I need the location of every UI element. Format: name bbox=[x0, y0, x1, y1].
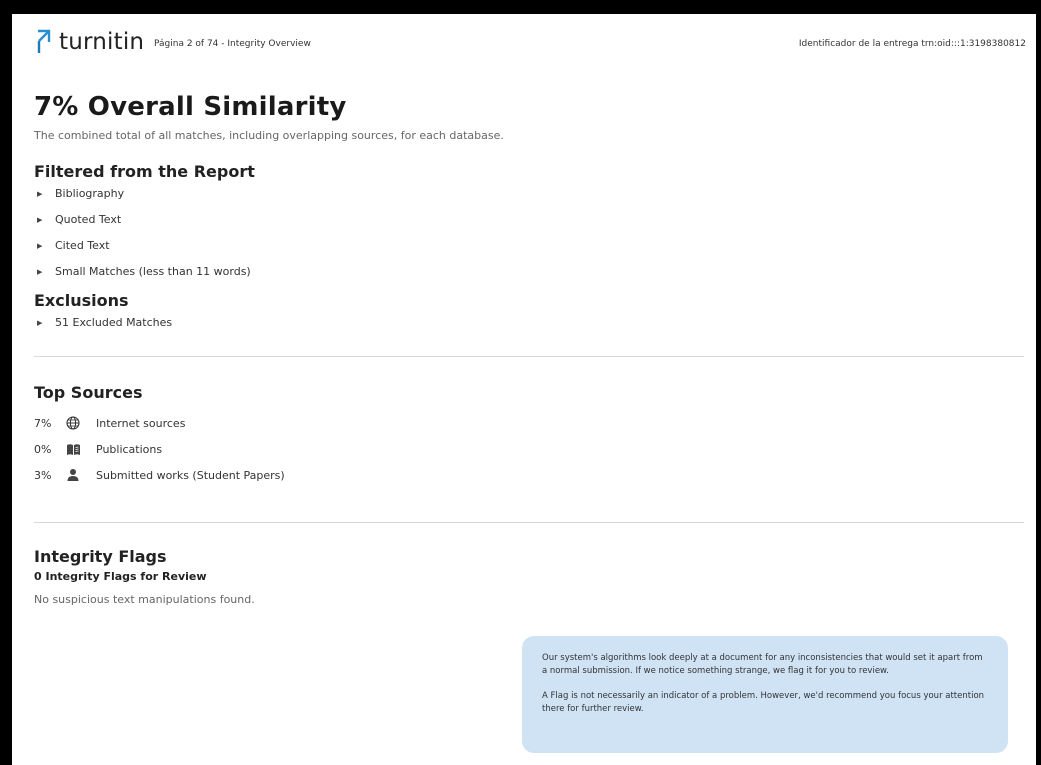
info-paragraph-1: Our system's algorithms look deeply at a… bbox=[542, 653, 983, 676]
filtered-item-label: Cited Text bbox=[55, 239, 110, 252]
integrity-flags-heading: Integrity Flags bbox=[34, 547, 167, 566]
section-divider bbox=[34, 522, 1024, 523]
section-divider bbox=[34, 356, 1024, 357]
source-label: Publications bbox=[96, 442, 163, 456]
exclusion-item: ▶ 51 Excluded Matches bbox=[34, 310, 1024, 336]
source-row-publications: 0% Publications bbox=[34, 436, 1024, 462]
report-content: 7% Overall Similarity The combined total… bbox=[34, 92, 1024, 606]
source-percent: 0% bbox=[34, 442, 52, 456]
filtered-item: ▶ Quoted Text bbox=[34, 207, 1024, 233]
source-row-internet: 7% Internet sources bbox=[34, 410, 1024, 436]
triangle-bullet-icon: ▶ bbox=[37, 242, 43, 250]
filtered-item-label: Quoted Text bbox=[55, 213, 122, 226]
source-label: Submitted works (Student Papers) bbox=[96, 468, 285, 482]
exclusions-list: ▶ 51 Excluded Matches bbox=[34, 310, 1024, 336]
filtered-item-label: Small Matches (less than 11 words) bbox=[55, 265, 251, 278]
page-info: Página 2 of 74 - Integrity Overview bbox=[154, 39, 311, 49]
source-label: Internet sources bbox=[96, 416, 186, 430]
triangle-bullet-icon: ▶ bbox=[37, 319, 43, 327]
top-sources-heading: Top Sources bbox=[34, 383, 143, 402]
info-paragraph-2: A Flag is not necessarily an indicator o… bbox=[542, 691, 985, 714]
logo-text: turnitin bbox=[59, 29, 145, 55]
turnitin-logo: turnitin bbox=[34, 28, 144, 56]
source-percent: 7% bbox=[34, 416, 52, 430]
page-subtitle: The combined total of all matches, inclu… bbox=[34, 129, 504, 142]
exclusion-item-label: 51 Excluded Matches bbox=[55, 316, 173, 329]
filtered-item: ▶ Bibliography bbox=[34, 181, 1024, 207]
source-row-submitted-works: 3% Submitted works (Student Papers) bbox=[34, 462, 1024, 488]
filtered-item-label: Bibliography bbox=[55, 187, 125, 200]
exclusions-heading: Exclusions bbox=[34, 291, 129, 310]
top-sources-list: 7% Internet sources 0% Publications 3% S… bbox=[34, 410, 1024, 488]
filtered-list: ▶ Bibliography ▶ Quoted Text ▶ Cited Text ▶… bbox=[34, 181, 1024, 285]
integrity-flags-status: No suspicious text manipulations found. bbox=[34, 593, 255, 606]
integrity-flags-count: 0 Integrity Flags for Review bbox=[34, 570, 207, 583]
integrity-flags-info-box: Our system's algorithms look deeply at a… bbox=[522, 636, 1008, 753]
triangle-bullet-icon: ▶ bbox=[37, 190, 43, 198]
triangle-bullet-icon: ▶ bbox=[37, 216, 43, 224]
filtered-heading: Filtered from the Report bbox=[34, 162, 255, 181]
filtered-item: ▶ Small Matches (less than 11 words) bbox=[34, 259, 1024, 285]
globe-icon bbox=[66, 416, 96, 430]
page-title: 7% Overall Similarity bbox=[34, 92, 347, 122]
book-icon bbox=[66, 443, 96, 456]
triangle-bullet-icon: ▶ bbox=[37, 268, 43, 276]
source-percent: 3% bbox=[34, 468, 52, 482]
page-header: turnitin Página 2 of 74 - Integrity Over… bbox=[12, 14, 1036, 74]
turnitin-mark-icon bbox=[37, 29, 51, 53]
submission-id: Identificador de la entrega trn:oid:::1:… bbox=[798, 39, 1026, 49]
report-page: turnitin Página 2 of 74 - Integrity Over… bbox=[12, 14, 1036, 765]
person-icon bbox=[66, 468, 96, 482]
filtered-item: ▶ Cited Text bbox=[34, 233, 1024, 259]
